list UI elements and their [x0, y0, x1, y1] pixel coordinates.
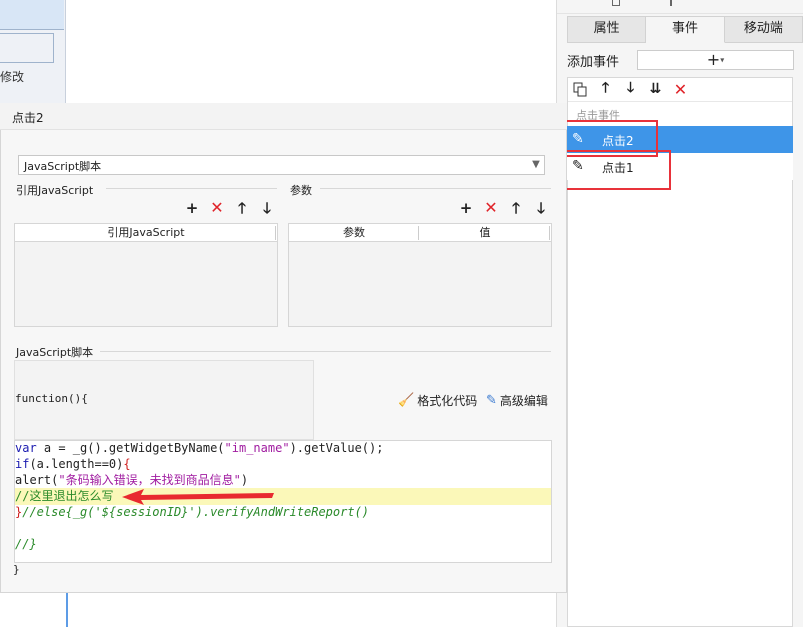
- param-value-column-header: 值: [419, 224, 551, 242]
- add-icon[interactable]: +: [458, 200, 474, 216]
- js-script-section-label: JavaScript脚本: [16, 346, 94, 359]
- event-item-label: 点击1: [602, 161, 634, 175]
- background-modify-text: 修改: [0, 70, 25, 84]
- format-code-button[interactable]: 🧹 格式化代码: [398, 392, 477, 409]
- column-separator: [275, 226, 276, 240]
- move-up-icon[interactable]: 🡑: [508, 200, 524, 216]
- advanced-edit-label: 高级编辑: [499, 394, 548, 408]
- function-head: function(){: [15, 392, 88, 405]
- tab-mobile[interactable]: 移动端: [724, 16, 803, 43]
- toolbar-divider: [568, 101, 792, 102]
- panel-top-strip: [557, 0, 803, 14]
- background-canvas: [66, 0, 556, 103]
- background-cell: [0, 0, 64, 30]
- delete-icon[interactable]: ✕: [672, 80, 689, 99]
- tab-events[interactable]: 事件: [646, 16, 725, 43]
- tab-properties[interactable]: 属性: [567, 16, 647, 43]
- column-separator: [418, 226, 419, 240]
- event-toolbar: 🡑 🡓 ⇊ ✕: [572, 80, 689, 99]
- code-token: "条码输入错误，未找到商品信息": [58, 473, 241, 487]
- code-token: //else{_g('${sessionID}').verifyAndWrite…: [22, 505, 370, 519]
- code-token: ): [240, 473, 249, 487]
- script-type-value: JavaScript脚本: [24, 160, 102, 173]
- ref-js-column-header: 引用JavaScript: [15, 224, 277, 242]
- event-item-click2[interactable]: ✎ 点击2: [567, 126, 793, 153]
- code-line-7: //}: [15, 537, 37, 551]
- code-line-5: }//else{_g('${sessionID}').verifyAndWrit…: [15, 504, 369, 520]
- code-token: {: [123, 457, 131, 471]
- plus-icon: +: [706, 50, 721, 69]
- code-line-4: //这里退出怎么写: [15, 489, 114, 503]
- panel-top-glyph: [670, 0, 672, 6]
- edit-pencil-icon: ✎: [572, 131, 584, 147]
- move-down-icon[interactable]: 🡓: [622, 80, 639, 98]
- code-token: (a.length==0): [29, 457, 124, 471]
- advanced-edit-button[interactable]: ✎ 高级编辑: [486, 392, 548, 409]
- panel-tabs: 属性 事件 移动端: [567, 16, 803, 43]
- edit-pencil-icon: ✎: [572, 158, 584, 174]
- add-event-button[interactable]: +▾: [637, 50, 794, 70]
- code-token: ).getValue();: [289, 441, 384, 455]
- code-token: alert(: [15, 473, 59, 487]
- code-line-1: var a = _g().getWidgetByName("im_name").…: [15, 440, 383, 456]
- ref-js-section-label: 引用JavaScript: [16, 184, 94, 197]
- broom-icon: 🧹: [398, 393, 415, 408]
- function-close: }: [13, 563, 20, 576]
- panel-top-glyph: [612, 0, 620, 6]
- move-up-icon[interactable]: 🡑: [234, 200, 250, 216]
- section-divider: [320, 188, 551, 189]
- event-group-label: 点击事件: [576, 109, 620, 122]
- move-bottom-icon[interactable]: ⇊: [647, 81, 664, 98]
- format-code-label: 格式化代码: [417, 394, 478, 408]
- delete-icon[interactable]: ✕: [483, 200, 499, 216]
- params-section-label: 参数: [290, 184, 312, 197]
- background-cell: [0, 33, 54, 63]
- code-token: if: [15, 457, 30, 471]
- event-item-click1[interactable]: ✎ 点击1: [567, 153, 793, 180]
- code-token: var: [15, 441, 37, 455]
- move-up-icon[interactable]: 🡑: [597, 80, 614, 98]
- section-divider: [100, 351, 551, 352]
- event-item-label: 点击2: [602, 134, 634, 148]
- dropdown-caret-icon: ▾: [720, 55, 725, 65]
- edit-icon: ✎: [486, 393, 497, 408]
- move-down-icon[interactable]: 🡓: [533, 200, 549, 216]
- section-divider: [106, 188, 277, 189]
- dialog-title-bar: [0, 103, 567, 130]
- code-token: a = _g().getWidgetByName(: [36, 441, 225, 455]
- code-token: "im_name": [224, 441, 290, 455]
- background-accent-line: [66, 593, 68, 627]
- dialog-title: 点击2: [12, 111, 44, 125]
- code-line-2: if(a.length==0){: [15, 456, 131, 472]
- add-icon[interactable]: +: [184, 200, 200, 216]
- copy-icon[interactable]: [572, 81, 589, 98]
- chevron-down-icon[interactable]: ▼: [528, 156, 544, 174]
- code-line-3: alert("条码输入错误，未找到商品信息"): [15, 472, 248, 488]
- param-name-column-header: 参数: [289, 224, 419, 242]
- add-event-label: 添加事件: [567, 55, 620, 70]
- column-separator: [549, 226, 550, 240]
- delete-icon[interactable]: ✕: [209, 200, 225, 216]
- move-down-icon[interactable]: 🡓: [259, 200, 275, 216]
